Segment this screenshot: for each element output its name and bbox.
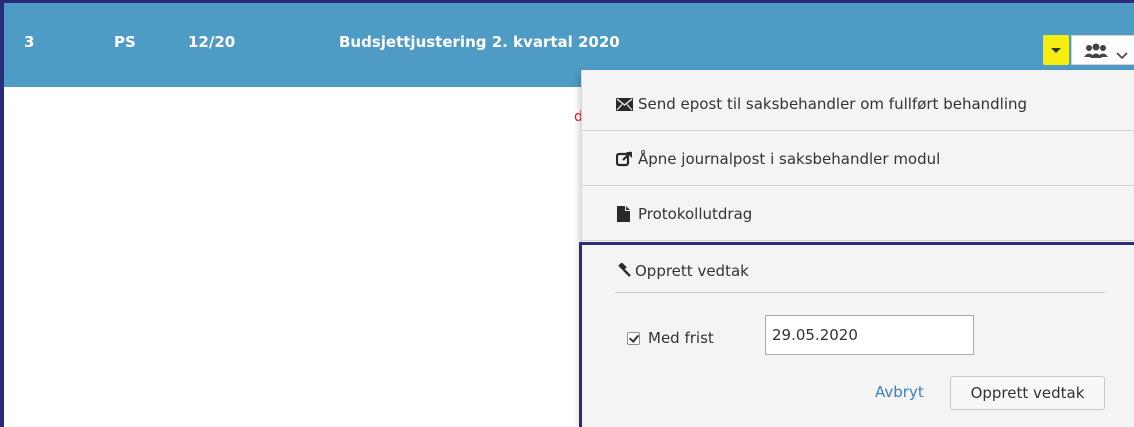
cancel-button[interactable]: Avbryt [875, 383, 924, 401]
case-number: 3 [24, 33, 35, 51]
document-icon [616, 206, 630, 226]
create-decision-button[interactable]: Opprett vedtak [950, 376, 1105, 410]
case-type: PS [114, 33, 136, 51]
envelope-icon [616, 96, 633, 115]
participants-dropdown-button[interactable] [1071, 35, 1134, 65]
menu-item-label: Send epost til saksbehandler om fullført… [638, 95, 1028, 113]
menu-item-open-journal[interactable]: Åpne journalpost i saksbehandler modul [582, 133, 1134, 186]
case-title: Budsjettjustering 2. kvartal 2020 [339, 33, 620, 51]
menu-item-label: Protokollutdrag [638, 205, 753, 223]
deadline-checkbox[interactable] [627, 332, 640, 345]
panel-heading: Opprett vedtak [635, 262, 749, 280]
create-decision-panel: Opprett vedtak Med frist Avbryt Opprett … [579, 242, 1134, 427]
menu-item-protocol-extract[interactable]: Protokollutdrag [582, 188, 1134, 241]
external-link-icon [615, 151, 633, 171]
menu-item-label: Åpne journalpost i saksbehandler modul [638, 150, 941, 168]
gavel-icon [616, 262, 632, 283]
case-id: 12/20 [188, 33, 236, 51]
users-icon [1083, 42, 1109, 64]
deadline-checkbox-label[interactable]: Med frist [648, 329, 714, 347]
divider [615, 292, 1105, 293]
actions-dropdown-toggle[interactable] [1043, 35, 1069, 65]
chevron-down-icon [1116, 46, 1128, 64]
deadline-date-input[interactable] [765, 315, 974, 355]
menu-item-send-email[interactable]: Send epost til saksbehandler om fullført… [582, 78, 1134, 131]
